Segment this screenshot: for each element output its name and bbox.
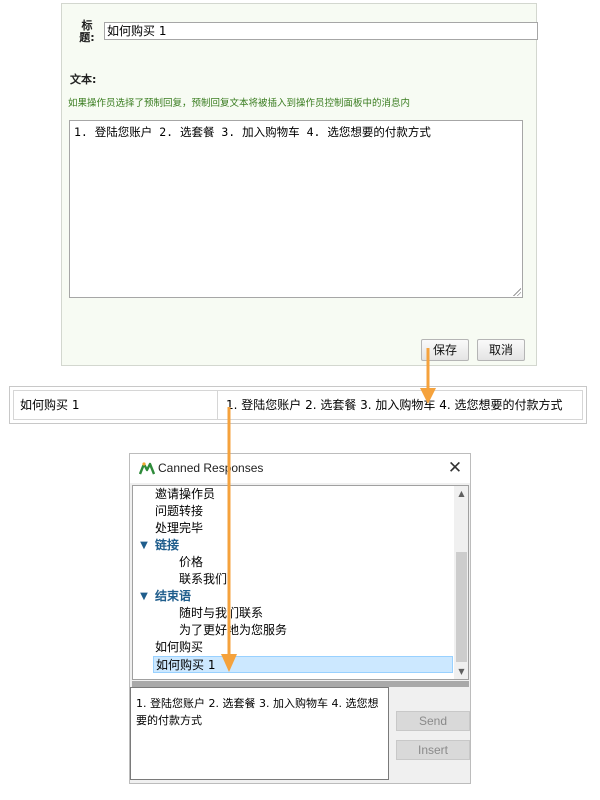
title-label: 标题: — [79, 19, 95, 44]
tree-item-contact[interactable]: 联系我们 — [179, 571, 227, 588]
tree-item-howto[interactable]: 如何购买 — [155, 639, 203, 656]
scroll-up-icon[interactable]: ▲ — [454, 486, 468, 501]
tree-item-better[interactable]: 为了更好地为您服务 — [179, 622, 287, 639]
table-cell-title: 如何购买 1 — [14, 391, 218, 419]
canned-responses-app-icon — [139, 462, 155, 475]
tree-scrollbar[interactable]: ▲ ▼ — [454, 486, 468, 679]
tree-group-links[interactable]: 链接 — [155, 537, 179, 554]
title-input[interactable]: 如何购买 1 — [104, 22, 538, 40]
body-text: 1. 登陆您账户 2. 选套餐 3. 加入购物车 4. 选您想要的付款方式 — [74, 125, 431, 139]
body-textarea[interactable]: 1. 登陆您账户 2. 选套餐 3. 加入购物车 4. 选您想要的付款方式 — [69, 120, 523, 298]
dialog-titlebar: Canned Responses ✕ — [130, 454, 470, 483]
response-editor-panel: 标题: 如何购买 1 文本: 如果操作员选择了预制回复，预制回复文本将被插入到操… — [61, 3, 538, 366]
resize-grip-icon[interactable] — [512, 287, 521, 296]
tree-group-closing[interactable]: 结束语 — [155, 588, 191, 605]
save-button[interactable]: 保存 — [421, 339, 469, 361]
response-preview: 1. 登陆您账户 2. 选套餐 3. 加入购物车 4. 选您想要的付款方式 — [130, 687, 389, 780]
tree-item-transfer[interactable]: 问题转接 — [155, 503, 203, 520]
chevron-down-icon[interactable]: ▼ — [138, 588, 150, 605]
tree-item-howto-1[interactable]: 如何购买 1 — [153, 656, 453, 673]
insert-button[interactable]: Insert — [396, 740, 470, 760]
tree-item-invite[interactable]: 邀请操作员 — [155, 486, 215, 503]
table-row[interactable]: 如何购买 1 1. 登陆您账户 2. 选套餐 3. 加入购物车 4. 选您想要的… — [13, 390, 583, 420]
chevron-down-icon[interactable]: ▼ — [138, 537, 150, 554]
scrollbar-thumb[interactable] — [456, 552, 467, 662]
tree-item-done[interactable]: 处理完毕 — [155, 520, 203, 537]
send-button[interactable]: Send — [396, 711, 470, 731]
dialog-title: Canned Responses — [158, 461, 264, 475]
close-icon[interactable]: ✕ — [443, 456, 467, 480]
cancel-button[interactable]: 取消 — [477, 339, 525, 361]
tree-item-anytime[interactable]: 随时与我们联系 — [179, 605, 263, 622]
table-cell-text: 1. 登陆您账户 2. 选套餐 3. 加入购物车 4. 选您想要的付款方式 — [226, 398, 563, 412]
text-label: 文本: — [70, 73, 97, 86]
tree-item-price[interactable]: 价格 — [179, 554, 203, 571]
scroll-down-icon[interactable]: ▼ — [454, 664, 468, 679]
canned-responses-dialog: Canned Responses ✕ 邀请操作员 问题转接 处理完毕 ▼ 链接 … — [129, 453, 471, 784]
responses-tree[interactable]: 邀请操作员 问题转接 处理完毕 ▼ 链接 价格 联系我们 ▼ 结束语 随时与我们… — [132, 485, 469, 680]
hint-text: 如果操作员选择了预制回复，预制回复文本将被插入到操作员控制面板中的消息内 — [68, 98, 411, 109]
responses-table: 如何购买 1 1. 登陆您账户 2. 选套餐 3. 加入购物车 4. 选您想要的… — [9, 386, 587, 424]
